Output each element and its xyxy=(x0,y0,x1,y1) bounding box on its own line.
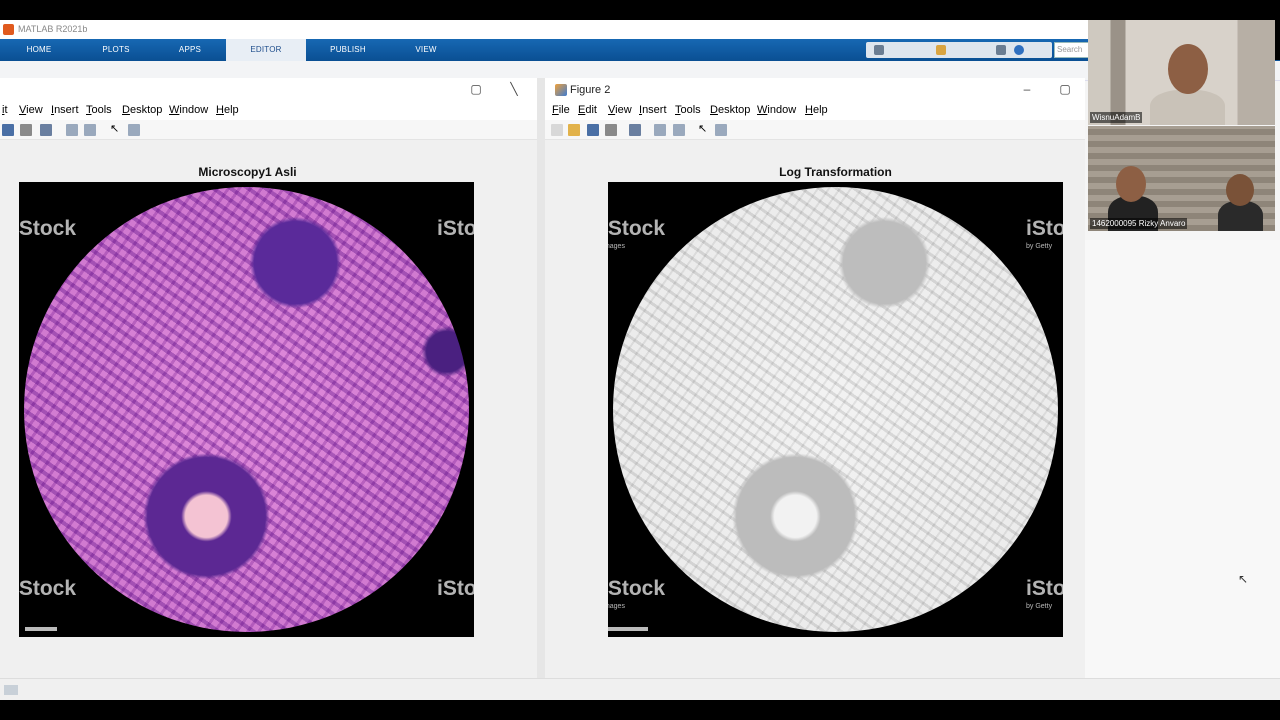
menu-desktop[interactable]: Desktop xyxy=(710,104,750,116)
print-icon[interactable] xyxy=(20,124,32,136)
menu-insert[interactable]: Insert xyxy=(51,104,79,116)
close-icon[interactable]: ╲ xyxy=(500,78,528,102)
figure-1-titlebar: ▢ ╲ xyxy=(0,78,537,102)
property-editor-icon[interactable] xyxy=(715,124,727,136)
minimize-icon[interactable] xyxy=(996,45,1006,55)
participant-head xyxy=(1168,44,1208,94)
property-editor-icon[interactable] xyxy=(128,124,140,136)
menu-desktop[interactable]: Desktop xyxy=(122,104,162,116)
istock-watermark: iStockby Getty xyxy=(1026,217,1063,250)
pointer-icon[interactable]: ↖ xyxy=(698,122,710,135)
menu-view[interactable]: View xyxy=(608,104,632,116)
print-icon[interactable] xyxy=(605,124,617,136)
scale-bar xyxy=(608,627,648,631)
menu-tools[interactable]: Tools xyxy=(86,104,112,116)
new-figure-icon[interactable] xyxy=(551,124,563,136)
tab-view[interactable]: VIEW xyxy=(390,39,462,61)
colorbar-icon[interactable] xyxy=(66,124,78,136)
menu-window[interactable]: Window xyxy=(757,104,796,116)
search-input[interactable]: Search xyxy=(1054,42,1090,58)
pointer-icon[interactable]: ↖ xyxy=(110,122,122,135)
figure-icon xyxy=(555,84,567,96)
restore-icon[interactable]: ▢ xyxy=(462,78,490,102)
figure-1-window: ▢ ╲ it View Insert Tools Desktop Window … xyxy=(0,78,537,678)
open-icon[interactable] xyxy=(568,124,580,136)
figure-1-menubar: it View Insert Tools Desktop Window Help xyxy=(0,102,537,120)
tab-editor[interactable]: EDITOR xyxy=(226,39,306,61)
menu-help[interactable]: Help xyxy=(216,104,239,116)
save-icon[interactable] xyxy=(587,124,599,136)
istock-watermark: iStockImages xyxy=(608,577,666,610)
pane-divider[interactable] xyxy=(537,78,545,698)
figure-1-toolbar: ↖ xyxy=(0,120,537,140)
istock-watermark: iStock xyxy=(437,217,474,240)
istock-watermark: iStockImages xyxy=(608,217,666,250)
matlab-logo-icon xyxy=(3,24,14,35)
menu-view[interactable]: View xyxy=(19,104,43,116)
istock-watermark: iStock xyxy=(19,577,77,600)
figure-2-titlebar: Figure 2 – ▢ xyxy=(545,78,1085,102)
participant-video-2[interactable]: 1462000095 Rizky Anvaro xyxy=(1088,126,1275,231)
menu-window[interactable]: Window xyxy=(169,104,208,116)
link-icon[interactable] xyxy=(40,124,52,136)
log-transformation-image: iStockImages iStockby Getty iStockImages… xyxy=(608,182,1063,637)
legend-icon[interactable] xyxy=(673,124,685,136)
menu-insert[interactable]: Insert xyxy=(639,104,667,116)
participant-name: 1462000095 Rizky Anvaro xyxy=(1090,218,1188,229)
menu-tools[interactable]: Tools xyxy=(675,104,701,116)
microscopy-field-log xyxy=(613,187,1058,632)
matlab-title: MATLAB R2021b xyxy=(18,24,88,34)
status-bar xyxy=(0,678,1280,700)
axes-2-title: Log Transformation xyxy=(779,165,892,179)
workspace-pane xyxy=(1085,240,1280,700)
participant-head xyxy=(1226,174,1254,206)
maximize-icon[interactable]: ▢ xyxy=(1051,78,1079,102)
menu-edit[interactable]: Edit xyxy=(578,104,597,116)
menu-file[interactable]: File xyxy=(552,104,570,116)
microscopy-field-original xyxy=(24,187,469,632)
axes-1-title: Microscopy1 Asli xyxy=(198,165,297,179)
minimize-icon[interactable]: – xyxy=(1013,78,1041,102)
participant-body xyxy=(1150,90,1225,125)
figure-2-window: Figure 2 – ▢ File Edit View Insert Tools… xyxy=(545,78,1085,678)
help-icon[interactable] xyxy=(1014,45,1024,55)
screen: MATLAB R2021b HOME PLOTS APPS EDITOR PUB… xyxy=(0,0,1280,720)
istock-watermark: iStock xyxy=(19,217,77,240)
quick-access-toolbar xyxy=(866,42,1052,58)
figure-2-menubar: File Edit View Insert Tools Desktop Wind… xyxy=(545,102,1085,120)
legend-icon[interactable] xyxy=(84,124,96,136)
participant-name: WisnuAdamB xyxy=(1090,112,1143,123)
menu-help[interactable]: Help xyxy=(805,104,828,116)
tab-publish[interactable]: PUBLISH xyxy=(306,39,390,61)
save-icon[interactable] xyxy=(874,45,884,55)
pin-icon[interactable] xyxy=(936,45,946,55)
menu-edit[interactable]: it xyxy=(2,104,8,116)
istock-watermark: iStockby Getty xyxy=(1026,577,1063,610)
tab-plots[interactable]: PLOTS xyxy=(78,39,154,61)
figure-2-toolbar: ↖ xyxy=(545,120,1085,140)
status-indicator-icon xyxy=(4,685,18,695)
colorbar-icon[interactable] xyxy=(654,124,666,136)
tab-apps[interactable]: APPS xyxy=(154,39,226,61)
figure-2-title: Figure 2 xyxy=(570,84,611,96)
save-icon[interactable] xyxy=(2,124,14,136)
participant-video-1[interactable]: WisnuAdamB xyxy=(1088,20,1275,125)
scale-bar xyxy=(25,627,57,631)
mouse-cursor-icon: ↖ xyxy=(1238,572,1249,586)
istock-watermark: iStock xyxy=(437,577,474,600)
link-icon[interactable] xyxy=(629,124,641,136)
tab-home[interactable]: HOME xyxy=(0,39,78,61)
screen-edge xyxy=(1275,20,1280,60)
microscopy-original-image: iStock iStock iStock iStock xyxy=(19,182,474,637)
participant-head xyxy=(1116,166,1146,202)
